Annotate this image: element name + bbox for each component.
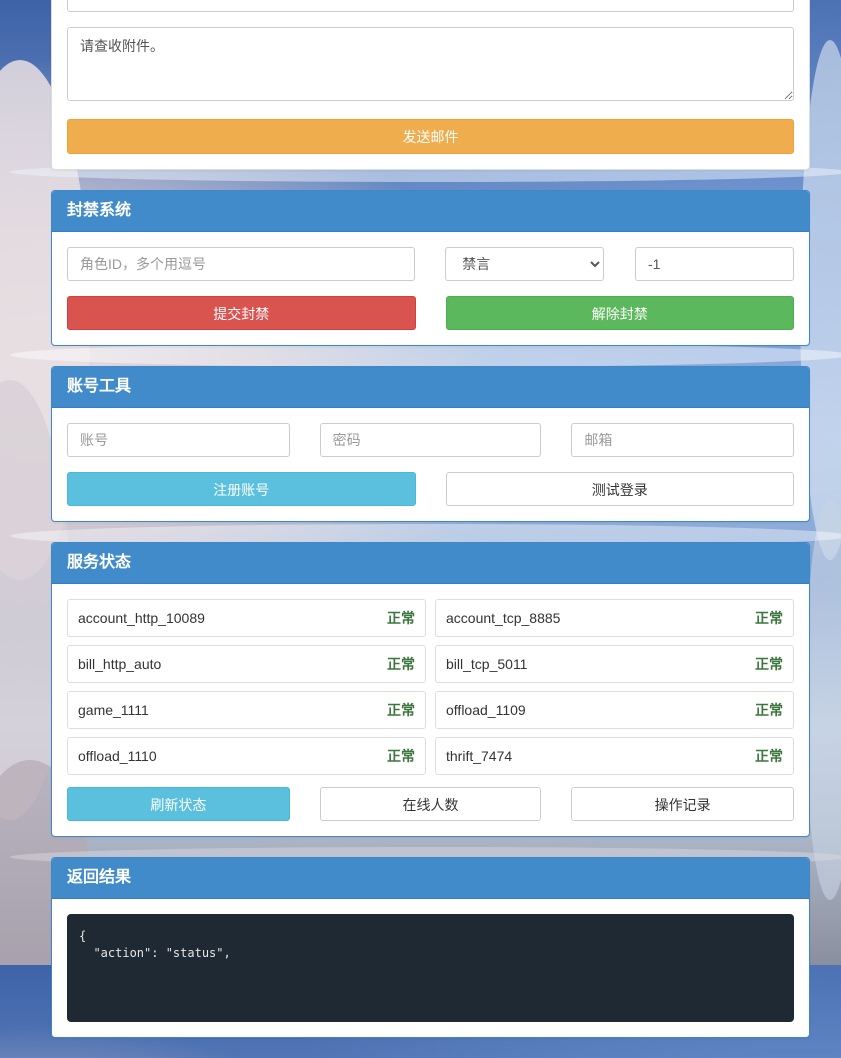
account-panel-title: 账号工具 <box>52 367 809 408</box>
operation-log-button[interactable]: 操作记录 <box>571 787 795 821</box>
service-name: bill_http_auto <box>78 656 162 672</box>
service-name: offload_1109 <box>446 702 526 718</box>
main-container: 发送邮件 封禁系统 禁言 提交封禁 解除封禁 账号工具 <box>51 0 810 1058</box>
ban-type-select[interactable]: 禁言 <box>445 247 604 281</box>
service-status: 正常 <box>755 610 783 626</box>
send-mail-button[interactable]: 发送邮件 <box>67 119 794 154</box>
test-login-button[interactable]: 测试登录 <box>445 472 794 506</box>
service-name: thrift_7474 <box>446 748 513 764</box>
service-status: 正常 <box>387 610 415 626</box>
mail-body-textarea[interactable] <box>67 27 794 101</box>
service-item: offload_1109 正常 <box>435 691 794 729</box>
service-item: account_tcp_8885 正常 <box>435 599 794 637</box>
service-name: game_1111 <box>78 702 149 718</box>
result-panel: 返回结果 { "action": "status", <box>51 857 810 1038</box>
service-name: offload_1110 <box>78 748 157 764</box>
service-status: 正常 <box>387 748 415 764</box>
refresh-status-button[interactable]: 刷新状态 <box>67 787 290 821</box>
services-panel: 服务状态 account_http_10089 正常 account_tcp_88… <box>51 542 810 837</box>
service-item: game_1111 正常 <box>67 691 426 729</box>
service-name: bill_tcp_5011 <box>446 656 528 672</box>
account-input[interactable] <box>67 423 290 457</box>
services-panel-title: 服务状态 <box>52 543 809 584</box>
online-count-button[interactable]: 在线人数 <box>319 787 542 821</box>
service-list: account_http_10089 正常 account_tcp_8885 正常 … <box>67 599 794 775</box>
service-item: account_http_10089 正常 <box>67 599 426 637</box>
register-account-button[interactable]: 注册账号 <box>67 472 416 506</box>
account-panel: 账号工具 注册账号 测试登录 <box>51 366 810 522</box>
role-id-input[interactable] <box>67 247 416 281</box>
unban-button[interactable]: 解除封禁 <box>445 296 794 330</box>
service-name: account_http_10089 <box>78 610 205 626</box>
service-status: 正常 <box>755 656 783 672</box>
service-item: bill_http_auto 正常 <box>67 645 426 683</box>
service-status: 正常 <box>755 748 783 764</box>
mail-subject-input[interactable] <box>67 0 794 12</box>
service-status: 正常 <box>387 702 415 718</box>
ban-panel-title: 封禁系统 <box>52 191 809 232</box>
service-status: 正常 <box>755 702 783 718</box>
ban-panel: 封禁系统 禁言 提交封禁 解除封禁 <box>51 190 810 346</box>
service-item: thrift_7474 正常 <box>435 737 794 775</box>
submit-ban-button[interactable]: 提交封禁 <box>67 296 416 330</box>
password-input[interactable] <box>319 423 542 457</box>
service-item: offload_1110 正常 <box>67 737 426 775</box>
email-input[interactable] <box>571 423 795 457</box>
service-status: 正常 <box>387 656 415 672</box>
result-output: { "action": "status", <box>67 914 794 1022</box>
ban-duration-input[interactable] <box>635 247 794 281</box>
service-item: bill_tcp_5011 正常 <box>435 645 794 683</box>
result-panel-title: 返回结果 <box>52 858 809 899</box>
service-name: account_tcp_8885 <box>446 610 561 626</box>
mail-panel: 发送邮件 <box>51 0 810 170</box>
